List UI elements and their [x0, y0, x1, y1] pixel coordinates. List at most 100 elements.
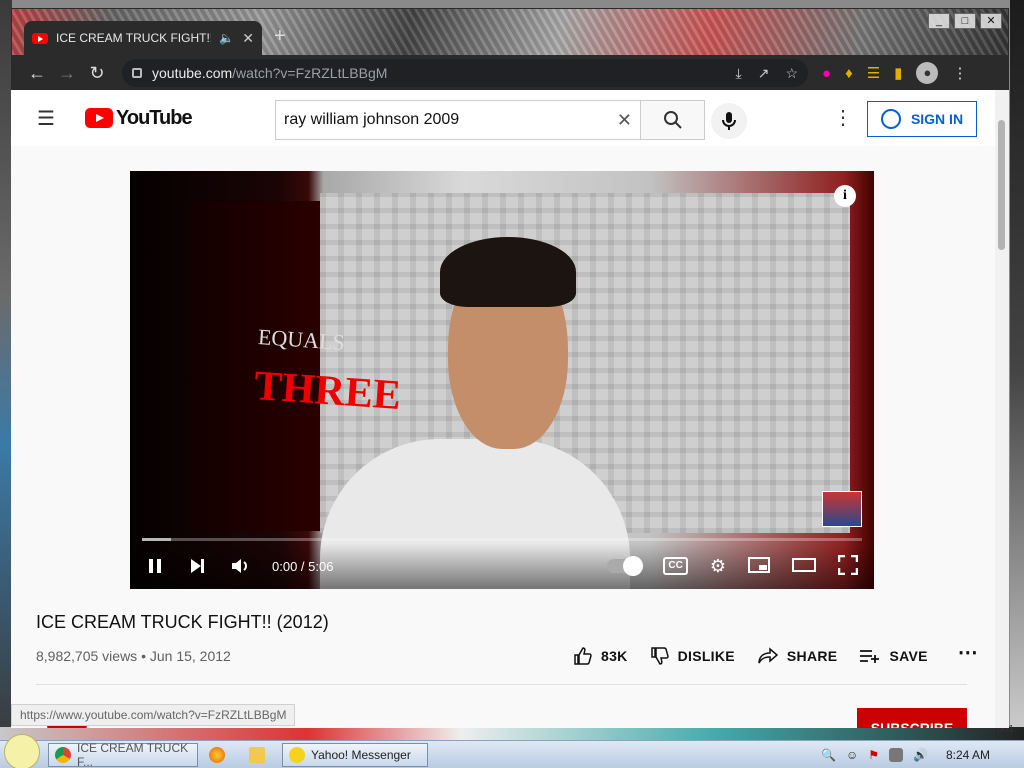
- youtube-masthead: ☰ YouTube ray william johnson 2009 ✕ ⋮ S…: [11, 90, 995, 146]
- share-icon[interactable]: ↗: [758, 65, 770, 82]
- share-arrow-icon: [758, 647, 779, 664]
- playlist-add-icon: [860, 650, 880, 663]
- like-count: 83K: [601, 648, 628, 664]
- taskbar-messenger[interactable]: Yahoo! Messenger: [282, 742, 428, 767]
- close-tab-icon[interactable]: ✕: [242, 30, 254, 47]
- microphone-icon: [722, 112, 736, 130]
- window-controls: _ □ ✕: [928, 13, 1002, 29]
- media-queue-icon[interactable]: ☰: [867, 64, 880, 82]
- taskbar-chrome-label: ICE CREAM TRUCK F...: [77, 740, 189, 768]
- browser-tab[interactable]: ICE CREAM TRUCK FIGHT!! ( 🔈 ✕: [24, 21, 262, 55]
- extension-flag-icon[interactable]: ●: [822, 65, 831, 82]
- youtube-favicon-icon: [32, 32, 48, 44]
- search-tray-icon[interactable]: 🔍: [821, 748, 836, 762]
- share-button[interactable]: SHARE: [757, 646, 838, 666]
- save-button[interactable]: SAVE: [859, 646, 927, 666]
- miniplayer-icon[interactable]: [748, 556, 770, 576]
- video-title: ICE CREAM TRUCK FIGHT!! (2012): [36, 612, 329, 632]
- scrollbar-thumb[interactable]: [998, 120, 1005, 250]
- share-label: SHARE: [786, 648, 838, 664]
- fullscreen-icon[interactable]: [837, 554, 859, 578]
- folder-icon: [249, 746, 265, 763]
- thumbs-up-icon: [574, 647, 592, 665]
- taskbar-messenger-label: Yahoo! Messenger: [311, 747, 411, 762]
- desktop-right-edge: [1010, 0, 1024, 740]
- profile-avatar-icon[interactable]: ●: [916, 62, 939, 84]
- theater-mode-icon[interactable]: [792, 557, 816, 576]
- search-button[interactable]: [641, 100, 705, 140]
- youtube-page: ☰ YouTube ray william johnson 2009 ✕ ⋮ S…: [11, 90, 995, 728]
- yahoo-messenger-icon: [289, 746, 305, 763]
- video-player[interactable]: EQUALS THREE i 0:00 / 5:06 CC ⚙: [130, 171, 874, 589]
- settings-gear-icon[interactable]: ⚙: [710, 556, 726, 577]
- youtube-play-icon: [85, 108, 113, 128]
- omnibox-icons: ⤓ ↗ ☆: [736, 65, 799, 82]
- lock-icon[interactable]: [132, 68, 142, 78]
- url-domain: youtube.com: [152, 65, 233, 81]
- action-center-icon[interactable]: ⚑: [868, 748, 879, 762]
- messenger-tray-icon[interactable]: ☺: [846, 748, 858, 762]
- dislike-label: DISLIKE: [677, 648, 735, 664]
- speaker-icon[interactable]: 🔈: [219, 31, 234, 45]
- video-three-text: THREE: [252, 362, 403, 420]
- close-window-button[interactable]: ✕: [980, 13, 1002, 29]
- title-bar: ICE CREAM TRUCK FIGHT!! ( 🔈 ✕ + _ □ ✕: [12, 9, 1008, 55]
- next-video-icon[interactable]: [188, 557, 206, 575]
- settings-menu-icon[interactable]: ⋮: [833, 108, 853, 128]
- windows-taskbar: ICE CREAM TRUCK F... Yahoo! Messenger 🔍 …: [0, 733, 1024, 768]
- like-button[interactable]: 83K: [573, 646, 628, 666]
- volume-tray-icon[interactable]: 🔊: [913, 748, 928, 762]
- video-actions: 83K DISLIKE SHARE SAVE ⋯: [573, 643, 978, 666]
- minimize-button[interactable]: _: [928, 13, 950, 29]
- clear-search-icon[interactable]: ✕: [617, 110, 632, 131]
- address-bar[interactable]: youtube.com /watch?v=FzRZLtLBBgM ⤓ ↗ ☆: [122, 59, 808, 87]
- taskbar-chrome[interactable]: ICE CREAM TRUCK F...: [48, 740, 198, 768]
- search-icon: [663, 111, 682, 129]
- new-tab-icon[interactable]: +: [274, 25, 286, 48]
- pause-icon[interactable]: [146, 557, 164, 575]
- account-icon: [880, 109, 901, 129]
- search-input[interactable]: ray william johnson 2009 ✕: [275, 100, 641, 140]
- page-scrollbar[interactable]: [995, 90, 1009, 728]
- more-actions-icon[interactable]: ⋯: [958, 643, 978, 666]
- search-bar: ray william johnson 2009 ✕: [275, 100, 705, 140]
- hamburger-menu-icon[interactable]: ☰: [37, 106, 59, 131]
- player-right-controls: CC ⚙: [607, 554, 859, 578]
- volume-icon[interactable]: [230, 557, 250, 575]
- thumbs-down-icon: [650, 647, 669, 665]
- start-button[interactable]: [0, 733, 44, 768]
- firefox-icon: [209, 746, 225, 763]
- forward-arrow-icon[interactable]: →: [52, 63, 82, 84]
- dislike-button[interactable]: DISLIKE: [650, 646, 735, 666]
- channel-watermark[interactable]: [822, 491, 862, 527]
- captions-icon[interactable]: CC: [663, 557, 688, 575]
- extensions-area: ● ♦ ☰ ▮ ● ⋮: [822, 62, 967, 84]
- player-controls: 0:00 / 5:06 CC ⚙: [130, 543, 874, 589]
- link-status-bar: https://www.youtube.com/watch?v=FzRZLtLB…: [11, 704, 296, 726]
- info-icon[interactable]: i: [834, 185, 856, 207]
- subscribe-button[interactable]: SUBSCRIBE: [857, 708, 967, 728]
- desktop-bottom-strip: [0, 727, 1024, 740]
- taskbar-explorer[interactable]: [242, 743, 278, 767]
- chrome-menu-icon[interactable]: ⋮: [952, 64, 967, 82]
- install-icon[interactable]: ⤓: [736, 65, 742, 82]
- back-arrow-icon[interactable]: ←: [22, 63, 52, 84]
- puzzle-extensions-icon[interactable]: ♦: [845, 65, 853, 82]
- side-panel-icon[interactable]: ▮: [894, 64, 902, 82]
- reload-icon[interactable]: ↻: [82, 63, 112, 84]
- bookmark-star-icon[interactable]: ☆: [785, 65, 798, 82]
- progress-fill: [142, 538, 171, 541]
- video-frame[interactable]: EQUALS THREE: [130, 171, 874, 589]
- taskbar-firefox[interactable]: [202, 743, 238, 767]
- sign-in-button[interactable]: SIGN IN: [867, 101, 977, 137]
- autoplay-toggle[interactable]: [607, 556, 644, 576]
- voice-search-button[interactable]: [711, 103, 747, 139]
- youtube-logo[interactable]: YouTube: [85, 107, 193, 130]
- network-icon[interactable]: [889, 747, 904, 762]
- maximize-button[interactable]: □: [954, 13, 976, 29]
- time-display: 0:00 / 5:06: [272, 558, 334, 574]
- system-tray: 🔍 ☺ ⚑ 🔊 8:24 AM: [821, 747, 1024, 762]
- clock[interactable]: 8:24 AM: [946, 748, 990, 762]
- progress-bar[interactable]: [142, 538, 862, 541]
- chrome-icon: [55, 746, 71, 763]
